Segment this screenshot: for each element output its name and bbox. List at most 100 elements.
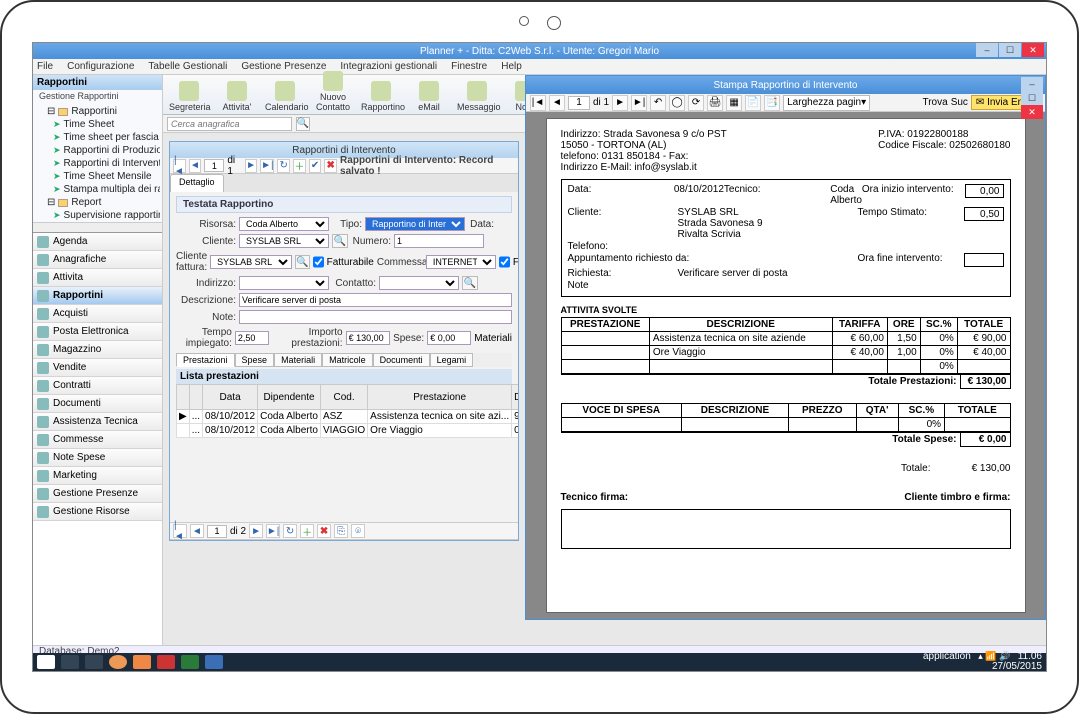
subtab-matricole[interactable]: Matricole	[322, 353, 373, 367]
nav-anagrafiche[interactable]: Anagrafiche	[33, 251, 162, 269]
nav-posta-elettronica[interactable]: Posta Elettronica	[33, 323, 162, 341]
rpt-next-icon[interactable]: ►	[612, 95, 628, 111]
nav-commesse[interactable]: Commesse	[33, 431, 162, 449]
clientefattura-select[interactable]: SYSLAB SRL	[210, 255, 292, 269]
risorsa-select[interactable]: Coda Alberto	[239, 217, 329, 231]
toolbar-messaggio[interactable]: Messaggio	[457, 81, 497, 112]
minimize-button[interactable]: –	[976, 43, 998, 57]
child2-maximize-button[interactable]: ☐	[1021, 91, 1043, 105]
indirizzo-select[interactable]	[239, 276, 329, 290]
rpt-last-icon[interactable]: ►|	[631, 95, 647, 111]
system-tray[interactable]: application ▴ 📶 🔊 11.0627/05/2015	[923, 652, 1042, 672]
tree-node[interactable]: ➤ Time Sheet	[35, 118, 160, 131]
subtab-documenti[interactable]: Documenti	[373, 353, 430, 367]
tree-node[interactable]: ➤ Time sheet per fascia oraria	[35, 131, 160, 144]
importo-input[interactable]	[346, 331, 390, 345]
nav-assistenza-tecnica[interactable]: Assistenza Tecnica	[33, 413, 162, 431]
nav-save-icon[interactable]: ✔	[309, 159, 322, 173]
taskbar-pdf-icon[interactable]	[157, 655, 175, 669]
rpt-prev-icon[interactable]: ◄	[549, 95, 565, 111]
tree-node[interactable]: ⊟ Rapportini	[35, 105, 160, 118]
nav-first-icon[interactable]: |◄	[173, 159, 186, 173]
tree-node[interactable]: ⊟ Report	[35, 196, 160, 209]
search-contatto-icon[interactable]: 🔍	[462, 276, 478, 290]
tree-node[interactable]: ➤ Supervisione rapportini	[35, 209, 160, 222]
gnav-prev-icon[interactable]: ◄	[190, 524, 204, 538]
rpt-refresh-icon[interactable]: ⟳	[688, 95, 704, 111]
taskbar-app2-icon[interactable]	[205, 655, 223, 669]
nav-vendite[interactable]: Vendite	[33, 359, 162, 377]
nav-magazzino[interactable]: Magazzino	[33, 341, 162, 359]
rpt-print-icon[interactable]: 🖨	[707, 95, 723, 111]
nav-documenti[interactable]: Documenti	[33, 395, 162, 413]
maximize-button[interactable]: ☐	[999, 43, 1021, 57]
nav-attivita[interactable]: Attivita	[33, 269, 162, 287]
toolbar-calendario[interactable]: Calendario	[265, 81, 305, 112]
numero-input[interactable]	[394, 234, 484, 248]
menu-integrazioni gestionali[interactable]: Integrazioni gestionali	[340, 61, 437, 72]
gnav-last-icon[interactable]: ►|	[266, 524, 280, 538]
taskbar-vlc-icon[interactable]	[133, 655, 151, 669]
toolbar-email[interactable]: eMail	[409, 81, 449, 112]
subtab-prestazioni[interactable]: Prestazioni	[176, 353, 235, 367]
cliente-select[interactable]: SYSLAB SRL	[239, 234, 329, 248]
nav-next-icon[interactable]: ►	[245, 159, 258, 173]
menu-finestre[interactable]: Finestre	[451, 61, 487, 72]
taskbar-app1-icon[interactable]	[85, 655, 103, 669]
nav-refresh-icon[interactable]: ↻	[277, 159, 290, 173]
subtab-spese[interactable]: Spese	[235, 353, 275, 367]
tab-dettaglio[interactable]: Dettaglio	[170, 174, 224, 192]
close-button[interactable]: ✕	[1022, 43, 1044, 57]
subtab-materiali[interactable]: Materiali	[274, 353, 322, 367]
tempo-input[interactable]	[235, 331, 269, 345]
menu-configurazione[interactable]: Configurazione	[67, 61, 134, 72]
toolbar-attivita[interactable]: Attivita'	[217, 81, 257, 112]
table-row[interactable]: ▶...08/10/2012Coda AlbertoASZAssistenza …	[177, 410, 519, 424]
gnav-extra2-icon[interactable]: ⌾	[351, 524, 365, 538]
taskbar-explorer-icon[interactable]	[61, 655, 79, 669]
filtr-checkbox[interactable]	[499, 255, 510, 269]
rpt-stop-icon[interactable]: ◯	[669, 95, 685, 111]
nav-last-icon[interactable]: ►|	[260, 159, 274, 173]
search-clientefattura-icon[interactable]: 🔍	[295, 255, 309, 269]
commessa-select[interactable]: INTERNET	[426, 255, 496, 269]
search-input[interactable]	[167, 117, 292, 131]
nav-note-spese[interactable]: Note Spese	[33, 449, 162, 467]
nav-agenda[interactable]: Agenda	[33, 233, 162, 251]
taskbar-chrome-icon[interactable]	[109, 655, 127, 669]
nav-contratti[interactable]: Contratti	[33, 377, 162, 395]
gnav-delete-icon[interactable]: ✖	[317, 524, 331, 538]
next-label[interactable]: Suc	[951, 97, 968, 108]
table-row[interactable]: ...08/10/2012Coda AlbertoVIAGGIOOre Viag…	[177, 424, 519, 438]
child2-minimize-button[interactable]: –	[1021, 77, 1043, 91]
tree-node[interactable]: ➤ Stampa multipla dei rapportini di int	[35, 183, 160, 196]
tree-scrollbar[interactable]	[33, 222, 162, 232]
contatto-select[interactable]	[379, 276, 459, 290]
tree-node[interactable]: ➤ Rapportini di Intervento	[35, 157, 160, 170]
descrizione-input[interactable]	[239, 293, 512, 307]
spese-input[interactable]	[427, 331, 471, 345]
gnav-refresh-icon[interactable]: ↻	[283, 524, 297, 538]
search-cliente-icon[interactable]: 🔍	[332, 234, 348, 248]
child2-close-button[interactable]: ✕	[1021, 105, 1043, 119]
rpt-export2-icon[interactable]: 📑	[764, 95, 780, 111]
rpt-first-icon[interactable]: |◄	[530, 95, 546, 111]
nav-page-input[interactable]	[204, 159, 224, 172]
nav-rapportini[interactable]: Rapportini	[33, 287, 162, 305]
menu-file[interactable]: File	[37, 61, 53, 72]
nav-prev-icon[interactable]: ◄	[189, 159, 202, 173]
tipo-select[interactable]: Rapportino di Intervento	[365, 217, 465, 231]
nav-acquisti[interactable]: Acquisti	[33, 305, 162, 323]
subtab-legami[interactable]: Legami	[430, 353, 474, 367]
page-viewport[interactable]: Indirizzo: Strada Savonesa 9 c/o PST1505…	[526, 112, 1045, 619]
note-input[interactable]	[239, 310, 512, 324]
rpt-layout-icon[interactable]: ▦	[726, 95, 742, 111]
nav-delete-icon[interactable]: ✖	[324, 159, 337, 173]
menu-tabelle gestionali[interactable]: Tabelle Gestionali	[148, 61, 227, 72]
tree-node[interactable]: ➤ Time Sheet Mensile	[35, 170, 160, 183]
rpt-back-icon[interactable]: ↶	[650, 95, 666, 111]
zoom-select[interactable]: Larghezza pagin ▾	[783, 95, 870, 111]
gnav-first-icon[interactable]: |◄	[173, 524, 187, 538]
toolbar-segreteria[interactable]: Segreteria	[169, 81, 209, 112]
prestazioni-grid[interactable]: DataDipendenteCod.PrestazioneDalleAlleTe…	[176, 384, 518, 438]
